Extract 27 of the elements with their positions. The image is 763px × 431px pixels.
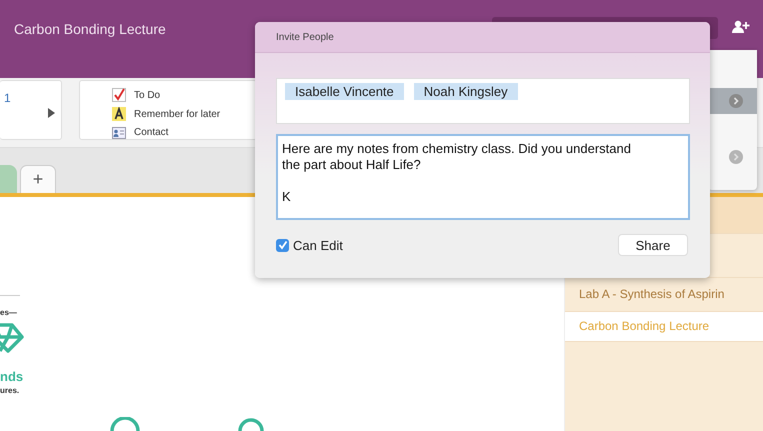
recipient-chip[interactable]: Isabelle Vincente <box>285 83 404 100</box>
chevron-circle-icon <box>729 94 743 108</box>
tag-label[interactable]: To Do <box>134 90 160 100</box>
add-person-icon[interactable] <box>732 20 750 34</box>
contact-card-icon <box>112 126 126 138</box>
checkmark-icon <box>278 240 288 250</box>
window-title: Carbon Bonding Lecture <box>14 21 166 37</box>
recipients-field[interactable]: Isabelle Vincente Noah Kingsley <box>276 78 690 124</box>
ribbon-text: 1 <box>4 91 11 105</box>
recipient-chip[interactable]: Noah Kingsley <box>414 83 518 100</box>
checkbox[interactable] <box>276 238 289 252</box>
caption-text: es— <box>0 308 18 317</box>
tag-label[interactable]: Remember for later <box>134 108 220 120</box>
chevron-circle-icon <box>729 150 743 164</box>
share-button[interactable]: Share <box>618 234 688 256</box>
message-field[interactable]: Here are my notes from chemistry class. Did you understand the part about Half Life? K <box>276 134 690 220</box>
checkbox-label: Can Edit <box>293 238 343 252</box>
checkbox-tag-icon <box>112 88 126 102</box>
tag-label[interactable]: Contact <box>134 127 168 138</box>
menu-row[interactable] <box>708 88 757 114</box>
dialog-title: Invite People <box>276 32 334 42</box>
play-arrow-icon <box>48 108 55 118</box>
caption-text: ures. <box>0 386 20 395</box>
heading-text: nds <box>0 369 24 384</box>
highlight-tag-icon <box>112 107 126 121</box>
diamond-drawing <box>0 321 24 353</box>
add-section-tab[interactable]: + <box>20 165 56 193</box>
